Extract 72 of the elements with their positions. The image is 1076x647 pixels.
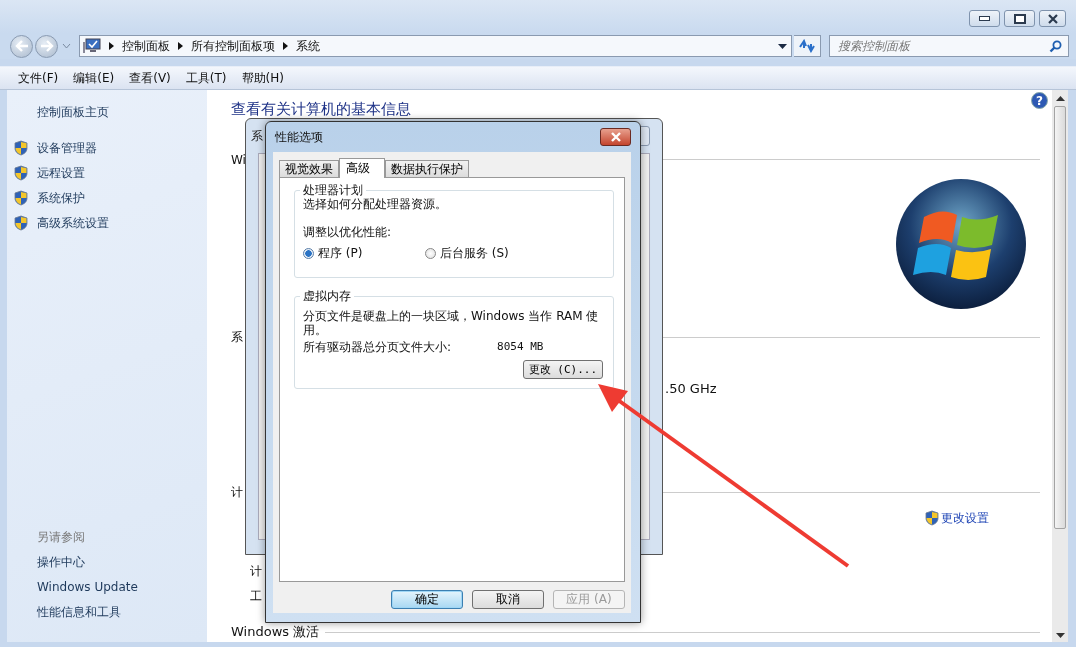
- section-title: Wi: [231, 152, 246, 167]
- dialog-title: 系: [251, 127, 263, 145]
- close-button[interactable]: [1039, 10, 1066, 27]
- scrollbar[interactable]: [1052, 90, 1068, 642]
- change-button[interactable]: 更改 (C)...: [522, 360, 603, 379]
- menu-item[interactable]: 帮助(H): [241, 69, 284, 87]
- sidebar-link[interactable]: 操作中心: [7, 554, 207, 570]
- refresh-button[interactable]: [794, 35, 821, 57]
- search-field[interactable]: 搜索控制面板: [829, 35, 1069, 57]
- breadcrumb-item[interactable]: 控制面板: [122, 37, 170, 55]
- group-title: 处理器计划: [300, 182, 366, 198]
- tab[interactable]: 视觉效果: [279, 160, 339, 177]
- close-button[interactable]: [600, 128, 631, 146]
- chevron-right-icon[interactable]: [109, 42, 114, 50]
- sidebar-link[interactable]: 性能信息和工具: [7, 604, 207, 620]
- menu-item[interactable]: 编辑(E): [73, 69, 115, 87]
- radio-label[interactable]: 后台服务 (S): [440, 245, 509, 262]
- description-text: 选择如何分配处理器资源。: [303, 197, 448, 211]
- address-bar[interactable]: 控制面板 所有控制面板项 系统: [79, 35, 792, 57]
- refresh-icon: [798, 39, 816, 53]
- menu-item[interactable]: 查看(V): [129, 69, 171, 87]
- shield-icon: [925, 510, 939, 527]
- close-icon: [1046, 13, 1059, 24]
- minimize-button[interactable]: [969, 10, 1000, 27]
- total-size-value: 8054 MB: [497, 340, 544, 354]
- info-label: 计: [250, 563, 262, 581]
- computer-icon: [83, 38, 101, 54]
- scroll-down-arrow-icon[interactable]: [1055, 633, 1065, 638]
- dropdown-caret-icon[interactable]: [778, 43, 787, 49]
- back-arrow-icon: [14, 40, 29, 52]
- radio-button[interactable]: [303, 248, 314, 259]
- shield-icon: [14, 190, 28, 206]
- sidebar-link[interactable]: Windows Update: [7, 579, 207, 595]
- page-heading: 查看有关计算机的基本信息: [231, 99, 411, 120]
- section-title: 计: [231, 483, 243, 501]
- change-settings-link[interactable]: 更改设置: [941, 509, 989, 527]
- option-label: 调整以优化性能:: [303, 225, 393, 239]
- search-icon: [1049, 40, 1062, 53]
- menu-item[interactable]: 工具(T): [185, 69, 227, 87]
- processor-speed-text: .50 GHz: [665, 380, 717, 398]
- radio-label[interactable]: 程序 (P): [318, 245, 363, 262]
- sidebar-link[interactable]: 控制面板主页: [7, 104, 207, 120]
- section-title: 系: [231, 329, 243, 347]
- close-icon: [609, 132, 622, 142]
- shield-icon: [14, 140, 28, 156]
- dialog-title: 性能选项: [275, 128, 323, 146]
- chevron-right-icon[interactable]: [283, 42, 288, 50]
- sidebar-link[interactable]: 远程设置: [37, 165, 85, 181]
- tab[interactable]: 数据执行保护: [385, 160, 469, 177]
- tab[interactable]: 高级: [339, 158, 385, 178]
- dialog-button[interactable]: 取消: [472, 590, 544, 609]
- sidebar-link[interactable]: 高级系统设置: [37, 215, 109, 231]
- maximize-button[interactable]: [1004, 10, 1035, 27]
- shield-icon: [14, 215, 28, 231]
- forward-arrow-icon: [39, 40, 54, 52]
- help-icon[interactable]: ?: [1031, 92, 1048, 109]
- section-label: 另请参阅: [36, 529, 86, 545]
- radio-button[interactable]: [425, 248, 436, 259]
- info-label: 工: [250, 588, 262, 606]
- sidebar-link[interactable]: 设备管理器: [37, 140, 97, 156]
- group-title: 虚拟内存: [300, 288, 354, 304]
- menu-item[interactable]: 文件(F): [18, 69, 59, 87]
- chevron-right-icon[interactable]: [178, 42, 183, 50]
- shield-icon: [14, 165, 28, 181]
- dialog-button[interactable]: 确定: [391, 590, 463, 609]
- total-size-label: 所有驱动器总分页文件大小:: [303, 340, 452, 354]
- breadcrumb-item[interactable]: 所有控制面板项: [191, 37, 275, 55]
- section-title: Windows 激活: [231, 623, 320, 642]
- sidebar-link[interactable]: 系统保护: [37, 190, 85, 206]
- description-text: 分页文件是硬盘上的一块区域，Windows 当作 RAM 使用。: [303, 309, 600, 337]
- scroll-up-arrow-icon[interactable]: [1055, 96, 1065, 101]
- breadcrumb-item[interactable]: 系统: [296, 37, 320, 55]
